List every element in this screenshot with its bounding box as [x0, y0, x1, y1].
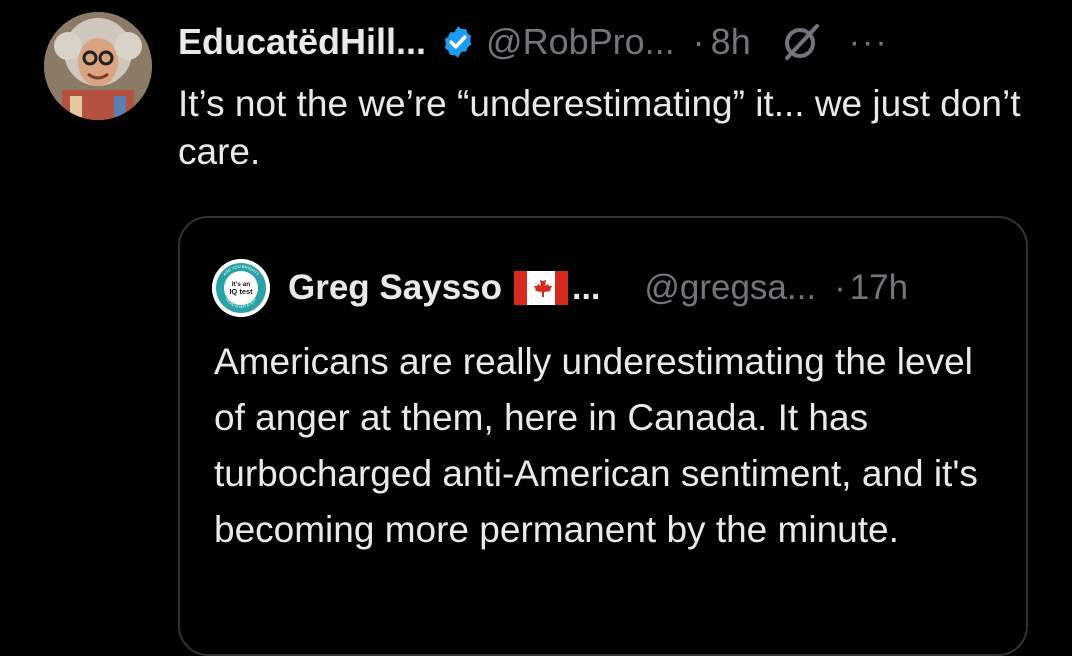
grok-icon[interactable] — [779, 20, 823, 64]
quoted-author-display-name[interactable]: Greg Saysso — [288, 268, 502, 308]
quoted-name-ellipsis: ... — [572, 268, 601, 307]
author-avatar[interactable] — [44, 12, 152, 120]
separator-dot: · — [692, 21, 705, 62]
tweet-header: EducatëdHill... @RobPro... · 8h ··· — [178, 14, 889, 70]
quoted-tweet-timestamp[interactable]: 17h — [850, 268, 908, 308]
quoted-separator-dot: · — [834, 268, 846, 307]
avatar-image — [44, 12, 152, 120]
tweet-text: It’s not the we’re “underestimating” it.… — [178, 83, 1021, 172]
quoted-tweet[interactable]: It's an IQ test ARE YOU BRIGHT? COVID IS… — [178, 216, 1028, 656]
quoted-author-avatar[interactable]: It's an IQ test ARE YOU BRIGHT? COVID IS… — [212, 259, 270, 317]
author-display-name[interactable]: EducatëdHill... — [178, 21, 426, 63]
tweet-timestamp[interactable]: 8h — [711, 21, 751, 63]
quoted-tweet-header: It's an IQ test ARE YOU BRIGHT? COVID IS… — [212, 259, 908, 317]
quoted-author-handle[interactable]: @gregsa... — [644, 268, 816, 308]
canada-flag-icon — [514, 271, 568, 305]
author-handle[interactable]: @RobPro... — [486, 21, 675, 63]
verified-badge-icon — [440, 24, 476, 60]
quoted-tweet-text: Americans are really underestimating the… — [214, 341, 978, 550]
more-icon[interactable]: ··· — [849, 25, 889, 59]
badge-line2: IQ test — [229, 287, 253, 296]
